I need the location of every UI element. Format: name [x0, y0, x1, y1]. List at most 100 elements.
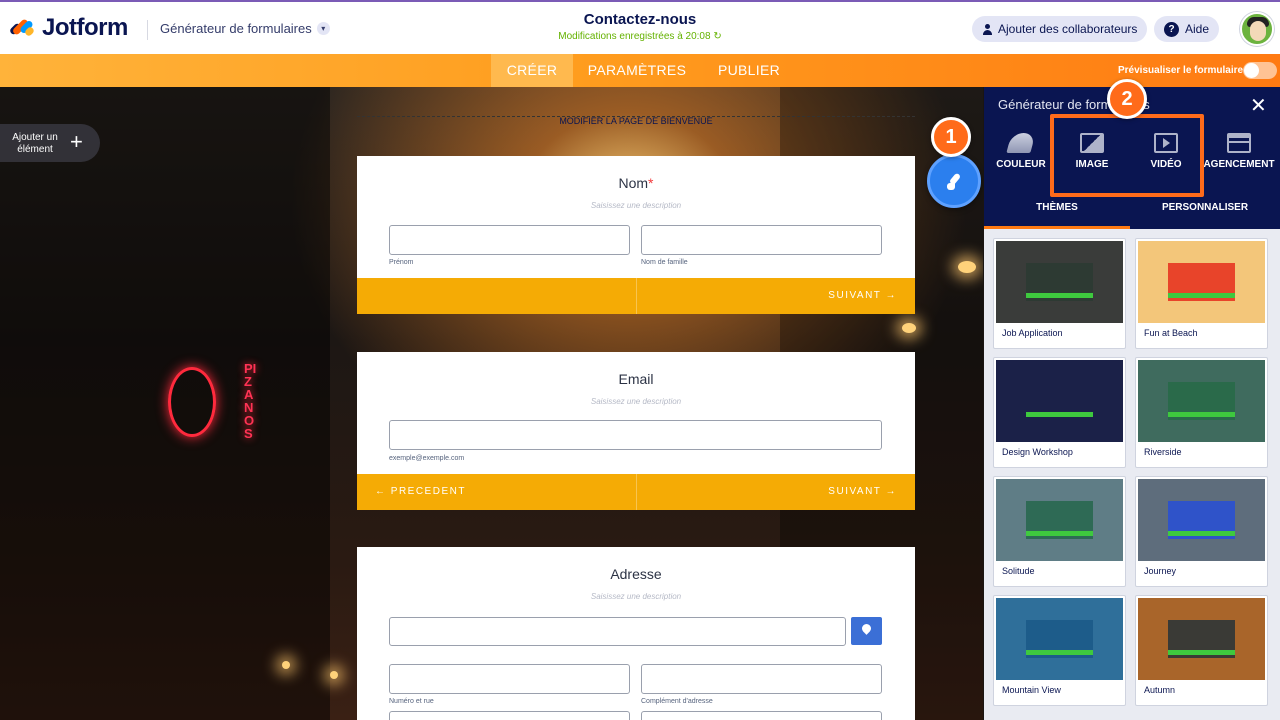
theme-name: Journey [1144, 566, 1177, 576]
preview-form-toggle[interactable] [1243, 62, 1277, 79]
tab-layout[interactable]: AGENCEMENT [1201, 133, 1277, 170]
theme-card[interactable]: Journey [1135, 476, 1268, 587]
email-input[interactable] [389, 420, 882, 450]
region-input[interactable] [641, 711, 882, 720]
preview-form-label: Prévisualiser le formulaire [1118, 65, 1244, 76]
theme-card[interactable]: Mountain View [993, 595, 1126, 706]
saved-status-text: Modifications enregistrées à 20:08 [558, 31, 711, 42]
address-question-title: Adresse [610, 566, 662, 582]
image-video-highlight [1050, 114, 1204, 197]
color-icon [1006, 133, 1036, 153]
tab-settings[interactable]: PARAMÈTRES [580, 54, 694, 87]
step-badge-1: 1 [931, 117, 971, 157]
email-description[interactable]: Saisissez une description [357, 397, 915, 406]
email-question-title: Email [618, 371, 654, 387]
chevron-down-icon: ▾ [316, 22, 330, 35]
street-light [902, 323, 916, 333]
address-question-card[interactable]: Adresse Saisissez une description Numéro… [357, 547, 915, 720]
email-navigation-bar: ← PRECEDENT SUIVANT → [357, 474, 915, 510]
logo-text: Jotform [42, 14, 128, 41]
name-question-title: Nom* [357, 175, 915, 191]
theme-thumbnail [996, 241, 1123, 323]
theme-preview-button [1026, 293, 1093, 298]
theme-thumbnail [1138, 479, 1265, 561]
tab-create[interactable]: CRÉER [491, 54, 573, 87]
form-builder-dropdown[interactable]: Générateur de formulaires ▾ [160, 21, 330, 36]
name-question-card[interactable]: Nom* Saisissez une description Prénom No… [357, 156, 915, 314]
neon-sign-text: PIZANOS [244, 361, 257, 441]
address-description[interactable]: Saisissez une description [357, 592, 915, 601]
theme-preview-button [1026, 650, 1093, 655]
street-light [282, 661, 290, 669]
next-button[interactable]: SUIVANT → [828, 486, 897, 497]
address-complement-input[interactable] [641, 664, 882, 694]
email-question-card[interactable]: Email Saisissez une description exemple@… [357, 352, 915, 510]
avatar[interactable] [1240, 12, 1274, 46]
form-title-area: Contactez-nous Modifications enregistrée… [500, 11, 780, 42]
theme-name: Autumn [1144, 685, 1176, 695]
location-pin-button[interactable] [851, 617, 882, 645]
theme-card[interactable]: Autumn [1135, 595, 1268, 706]
person-icon [982, 23, 992, 35]
first-name-input[interactable] [389, 225, 630, 255]
name-label: Nom [618, 175, 649, 191]
jotform-logo-icon [8, 16, 36, 40]
add-element-label: Ajouter un élément [12, 132, 58, 155]
add-element-button[interactable]: Ajouter un élément + [0, 124, 100, 162]
form-builder-label: Générateur de formulaires [160, 21, 312, 36]
theme-thumbnail [1138, 241, 1265, 323]
theme-preview-button [1168, 293, 1235, 298]
tab-color[interactable]: COULEUR [984, 133, 1058, 170]
background-building-left [0, 87, 330, 720]
layout-icon [1227, 133, 1251, 153]
street-sublabel: Numéro et rue [389, 698, 434, 705]
top-bar: Jotform Générateur de formulaires ▾ Cont… [0, 0, 1280, 54]
theme-preview-button [1026, 531, 1093, 536]
theme-thumbnail [1138, 360, 1265, 442]
avatar-face [1250, 21, 1266, 41]
form-title[interactable]: Contactez-nous [500, 11, 780, 28]
theme-preview-button [1168, 412, 1235, 417]
question-icon: ? [1164, 21, 1179, 37]
edit-welcome-page-link[interactable]: MODIFIER LA PAGE DE BIENVENUE [357, 116, 915, 128]
tab-publish[interactable]: PUBLIER [708, 54, 790, 87]
theme-name: Mountain View [1002, 685, 1061, 695]
theme-card[interactable]: Job Application [993, 238, 1126, 349]
tab-color-label: COULEUR [996, 159, 1046, 170]
add-collaborators-button[interactable]: Ajouter des collaborateurs [972, 16, 1148, 42]
name-description[interactable]: Saisissez une description [357, 201, 915, 210]
help-button[interactable]: ? Aide [1154, 16, 1220, 42]
address-search-input[interactable] [389, 617, 846, 646]
theme-name: Job Application [1002, 328, 1063, 338]
theme-card[interactable]: Fun at Beach [1135, 238, 1268, 349]
city-input[interactable] [389, 711, 630, 720]
theme-thumbnail [996, 598, 1123, 680]
neon-sign-circle [168, 367, 216, 437]
last-name-input[interactable] [641, 225, 882, 255]
theme-preview-button [1168, 650, 1235, 655]
header-divider [147, 20, 148, 40]
next-button[interactable]: SUIVANT → [828, 290, 897, 301]
refresh-icon: ↻ [713, 31, 722, 42]
subtab-customize[interactable]: PERSONNALISER [1130, 201, 1280, 229]
required-mark: * [648, 175, 654, 191]
theme-card[interactable]: Design Workshop [993, 357, 1126, 468]
theme-card[interactable]: Solitude [993, 476, 1126, 587]
location-pin-icon [860, 622, 873, 635]
form-designer-button[interactable] [927, 154, 981, 208]
street-input[interactable] [389, 664, 630, 694]
nav-divider [636, 278, 637, 314]
theme-thumbnail [996, 479, 1123, 561]
previous-button[interactable]: ← PRECEDENT [375, 486, 466, 497]
theme-card[interactable]: Riverside [1135, 357, 1268, 468]
themes-list: Job Application Fun at Beach Design Worksh… [984, 229, 1280, 720]
nav-divider [636, 474, 637, 510]
email-sublabel: exemple@exemple.com [389, 455, 465, 462]
street-light [958, 261, 976, 273]
street-light [330, 671, 338, 679]
theme-thumbnail [1138, 598, 1265, 680]
close-icon[interactable]: ✕ [1250, 93, 1267, 118]
tab-layout-label: AGENCEMENT [1203, 159, 1275, 170]
subtab-themes[interactable]: THÈMES [984, 201, 1130, 229]
jotform-logo[interactable]: Jotform [8, 14, 128, 42]
